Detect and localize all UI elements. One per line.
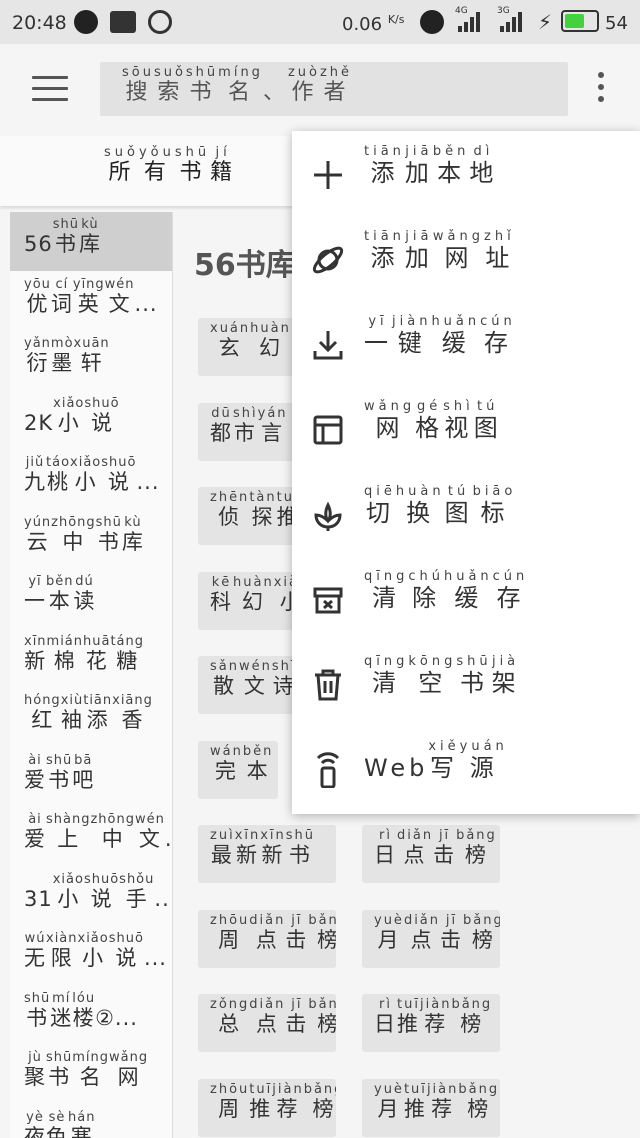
category-chip[interactable]: 日rì推tuī荐jiàn榜bǎng [362, 994, 500, 1052]
sidebar-item[interactable]: 云yún中zhōng书shū库kù [10, 510, 172, 569]
sidebar-item-label: 爱ài书shū吧bā [24, 752, 95, 792]
menu-item-label: 清qīng除chú缓huǎn存cún [364, 569, 529, 612]
menu-item-plus[interactable]: 添tiān加jiā本běn地dì [292, 133, 640, 218]
alarm-icon [420, 10, 444, 34]
sidebar-item-label: 2K小xiǎo说shuō [24, 395, 120, 435]
tab-all-books[interactable]: 所suǒ有yǒu书shū籍jí [104, 145, 236, 186]
sidebar-item-label: 一yī本běn读dú [24, 574, 96, 613]
category-chip-label: 都dū市shì言yán [210, 405, 288, 445]
overflow-menu: 添tiān加jiā本běn地dì 添tiān加jiā网wǎng址zhǐ 一yī键ji… [292, 131, 640, 814]
battery-icon [561, 10, 599, 32]
menu-item-label: 网wǎng格gé视shì图tú [364, 399, 502, 442]
status-time: 20:48 [12, 12, 67, 34]
menu-item-download[interactable]: 一yī键jiàn缓huǎn存cún [292, 303, 640, 388]
menu-item-lotus[interactable]: 切qiē换huàn图tú标biāo [292, 473, 640, 558]
sidebar-item-label: 无wú限xiàn小xiǎo说shuō... [24, 931, 167, 970]
menu-item-label: 添tiān加jiā网wǎng址zhǐ [364, 229, 515, 272]
plus-icon [310, 157, 346, 193]
network-speed: 0.06 K/s [342, 13, 405, 35]
sidebar-item[interactable]: 爱ài上shàng中zhōng文wén... [10, 807, 172, 866]
menu-item-clear-cache[interactable]: 清qīng除chú缓huǎn存cún [292, 558, 640, 643]
sidebar-item[interactable]: 优yōu词cí英yīng文wén... [10, 272, 172, 331]
category-chip[interactable]: 月yuè推tuī荐jiàn榜bǎng [362, 1078, 500, 1137]
category-chip-label: 日rì点diǎn击jī榜bǎng [374, 828, 497, 867]
sidebar-item-label: 书shū迷mí楼lóu②... [24, 990, 138, 1030]
planet-icon [310, 242, 346, 278]
category-chip-label: 总zǒng点diǎn击jī榜bǎng [210, 997, 336, 1036]
sidebar-item[interactable]: 爱ài书shū吧bā [10, 748, 172, 807]
category-chip-label: 最zuì新xīn新xīn书shū [210, 828, 316, 867]
news-app-icon [110, 11, 136, 33]
sidebar-item-label: 聚jù书shū名míng网wǎng [24, 1050, 149, 1089]
clear-cache-icon [310, 582, 346, 618]
phone-wifi-icon [310, 752, 346, 789]
sidebar-item-label: 云yún中zhōng书shū库kù [24, 514, 144, 554]
category-chip-label: 日rì推tuī荐jiàn榜bǎng [374, 997, 493, 1036]
download-icon [310, 327, 346, 363]
page-title: 56书库 [194, 248, 296, 283]
signal-3g-label: 3G [497, 6, 510, 16]
menu-item-label: 一yī键jiàn缓huǎn存cún [364, 314, 516, 357]
menu-item-planet[interactable]: 添tiān加jiā网wǎng址zhǐ [292, 218, 640, 303]
sidebar-item[interactable]: 2K小xiǎo说shuō [10, 391, 172, 450]
sidebar-item[interactable]: 衍yǎn墨mò轩xuān [10, 331, 172, 390]
more-options-icon[interactable] [596, 72, 606, 108]
hotspot-icon [148, 10, 172, 34]
category-chip[interactable]: 最zuì新xīn新xīn书shū [198, 825, 336, 883]
sidebar-item[interactable]: 56书shū库kù [10, 212, 172, 271]
menu-item-grid-view[interactable]: 网wǎng格gé视shì图tú [292, 388, 640, 473]
category-chip[interactable]: 完wán本běn [198, 740, 278, 799]
menu-item-label: 添tiān加jiā本běn地dì [364, 144, 498, 187]
search-placeholder: 搜sōu索suǒ书shū名míng、作zuò者zhě [122, 65, 353, 105]
sidebar-item-label: 夜yè色sè寒hán [24, 1109, 96, 1138]
category-chip[interactable]: 月yuè点diǎn击jī榜bǎng [362, 909, 500, 968]
category-chip[interactable]: 周zhōu推tuī荐jiàn榜bǎng [198, 1078, 336, 1137]
lotus-icon [310, 497, 346, 533]
sidebar-item-label: 衍yǎn墨mò轩xuān [24, 336, 110, 375]
trash-icon [310, 667, 346, 703]
menu-item-label: Web写xiě源yuán [364, 739, 508, 782]
app-bar: 搜sōu索suǒ书shū名míng、作zuò者zhě [0, 44, 640, 136]
category-chip-label: 周zhōu推tuī荐jiàn榜bǎng [210, 1081, 336, 1121]
sidebar-item[interactable]: 夜yè色sè寒hán [10, 1105, 172, 1138]
search-input[interactable]: 搜sōu索suǒ书shū名míng、作zuò者zhě [100, 62, 568, 116]
battery-percent: 54 [605, 13, 628, 34]
source-sidebar: 56书shū库kù 优yōu词cí英yīng文wén... 衍yǎn墨mò轩xuān… [10, 212, 173, 1138]
signal-4g-label: 4G [455, 6, 468, 16]
category-chip-label: 完wán本běn [210, 743, 274, 783]
sidebar-item-label: 爱ài上shàng中zhōng文wén... [24, 812, 173, 851]
sidebar-item[interactable]: 红hóng袖xiù添tiān香xiāng [10, 688, 172, 747]
sidebar-item-label: 九jiǔ桃táo小xiǎo说shuō... [24, 455, 160, 494]
sidebar-item[interactable]: 新xīn棉mián花huā糖táng [10, 629, 172, 688]
category-chip-label: 月yuè点diǎn击jī榜bǎng [374, 912, 500, 952]
sidebar-item-label: 红hóng袖xiù添tiān香xiāng [24, 693, 153, 732]
charging-icon: ⚡ [538, 10, 553, 34]
menu-item-label: 清qīng空kōng书shū架jià [364, 654, 520, 697]
menu-icon[interactable] [32, 76, 68, 104]
sidebar-item-label: 优yōu词cí英yīng文wén... [24, 276, 158, 316]
sidebar-item-label: 56书shū库kù [24, 217, 101, 256]
category-chip-label: 月yuè推tuī荐jiàn榜bǎng [374, 1081, 500, 1121]
menu-item-label: 切qiē换huàn图tú标biāo [364, 484, 517, 527]
sidebar-item[interactable]: 九jiǔ桃táo小xiǎo说shuō... [10, 450, 172, 509]
sidebar-item[interactable]: 一yī本běn读dú [10, 569, 172, 628]
sidebar-item-label: 新xīn棉mián花huā糖táng [24, 633, 144, 673]
category-chip-label: 周zhōu点diǎn击jī榜bǎng [210, 912, 336, 952]
menu-item-trash[interactable]: 清qīng空kōng书shū架jià [292, 643, 640, 728]
grid-view-icon [310, 412, 346, 448]
category-chip[interactable]: 日rì点diǎn击jī榜bǎng [362, 825, 500, 883]
sidebar-item[interactable]: 聚jù书shū名míng网wǎng [10, 1045, 172, 1104]
status-bar: 20:48 0.06 K/s 4G 3G ⚡ 54 [0, 0, 640, 44]
category-chip-label: 散sǎn文wén诗shī [210, 659, 297, 698]
menu-item-phone-wifi[interactable]: Web写xiě源yuán [292, 728, 640, 813]
sidebar-item-label: 31小xiǎo说shuō手shǒu... [24, 871, 172, 911]
category-chip-label: 侦zhēn探tàn推tuī [210, 490, 300, 529]
category-chip[interactable]: 总zǒng点diǎn击jī榜bǎng [198, 994, 336, 1052]
category-chip[interactable]: 周zhōu点diǎn击jī榜bǎng [198, 909, 336, 968]
sidebar-item[interactable]: 书shū迷mí楼lóu②... [10, 986, 172, 1045]
notification-app-icon [74, 10, 98, 34]
sidebar-item[interactable]: 无wú限xiàn小xiǎo说shuō... [10, 926, 172, 985]
sidebar-item[interactable]: 31小xiǎo说shuō手shǒu... [10, 867, 172, 926]
